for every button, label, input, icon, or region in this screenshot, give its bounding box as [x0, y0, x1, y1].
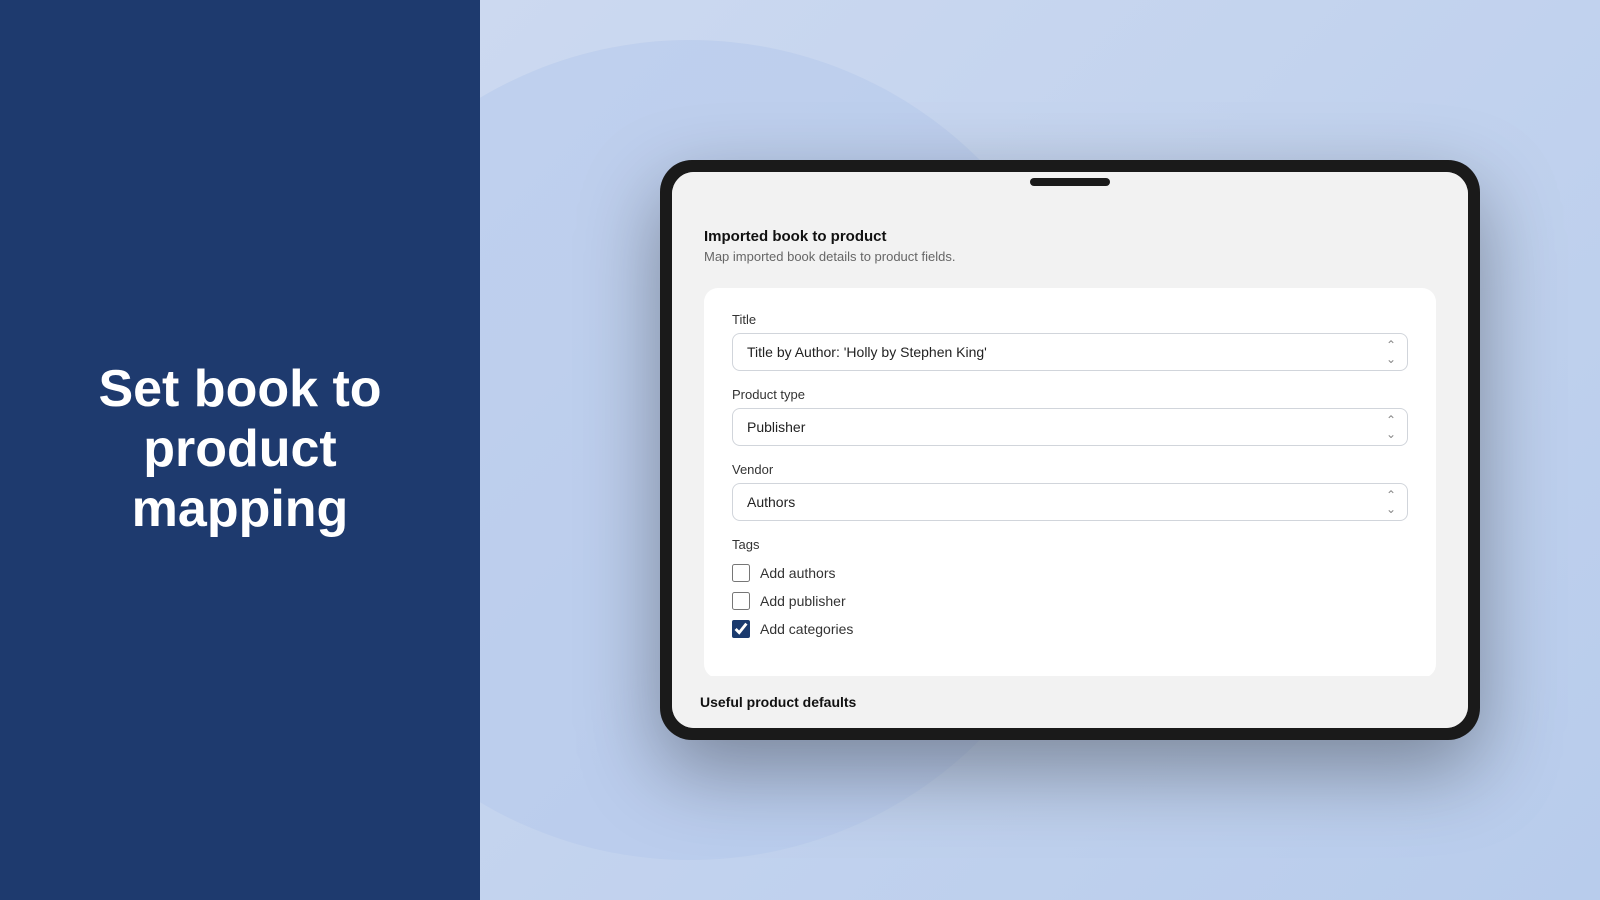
- add-authors-label: Add authors: [760, 565, 836, 581]
- left-panel: Set book to product mapping: [0, 0, 480, 900]
- tablet-notch: [1030, 178, 1110, 186]
- vendor-select-wrapper: Authors ⌃⌄: [732, 483, 1408, 521]
- section-title: Imported book to product: [704, 228, 1436, 245]
- section-footer: Useful product defaults: [672, 676, 1468, 728]
- vendor-field-group: Vendor Authors ⌃⌄: [732, 462, 1408, 521]
- title-label: Title: [732, 312, 1408, 327]
- hero-text: Set book to product mapping: [58, 360, 421, 539]
- add-publisher-label: Add publisher: [760, 593, 846, 609]
- section-header: Imported book to product Map imported bo…: [704, 228, 1436, 264]
- tablet-top-bar: [672, 172, 1468, 200]
- title-select[interactable]: Title by Author: 'Holly by Stephen King': [732, 333, 1408, 371]
- add-categories-label: Add categories: [760, 621, 853, 637]
- add-publisher-item[interactable]: Add publisher: [732, 592, 1408, 610]
- add-authors-checkbox[interactable]: [732, 564, 750, 582]
- add-categories-checkbox[interactable]: [732, 620, 750, 638]
- add-authors-item[interactable]: Add authors: [732, 564, 1408, 582]
- tags-field-group: Tags Add authors Add publisher: [732, 537, 1408, 638]
- form-card: Title Title by Author: 'Holly by Stephen…: [704, 288, 1436, 676]
- tags-label: Tags: [732, 537, 1408, 552]
- right-panel: Imported book to product Map imported bo…: [480, 0, 1600, 900]
- product-type-label: Product type: [732, 387, 1408, 402]
- vendor-label: Vendor: [732, 462, 1408, 477]
- tablet-device: Imported book to product Map imported bo…: [660, 160, 1480, 740]
- checkbox-group: Add authors Add publisher Add categories: [732, 564, 1408, 638]
- product-type-select-wrapper: Publisher ⌃⌄: [732, 408, 1408, 446]
- title-select-wrapper: Title by Author: 'Holly by Stephen King'…: [732, 333, 1408, 371]
- product-type-select[interactable]: Publisher: [732, 408, 1408, 446]
- add-categories-item[interactable]: Add categories: [732, 620, 1408, 638]
- vendor-select[interactable]: Authors: [732, 483, 1408, 521]
- useful-defaults-title: Useful product defaults: [700, 694, 1440, 710]
- title-field-group: Title Title by Author: 'Holly by Stephen…: [732, 312, 1408, 371]
- add-publisher-checkbox[interactable]: [732, 592, 750, 610]
- product-type-field-group: Product type Publisher ⌃⌄: [732, 387, 1408, 446]
- tablet-screen: Imported book to product Map imported bo…: [672, 172, 1468, 728]
- section-subtitle: Map imported book details to product fie…: [704, 249, 1436, 264]
- tablet-content[interactable]: Imported book to product Map imported bo…: [672, 200, 1468, 676]
